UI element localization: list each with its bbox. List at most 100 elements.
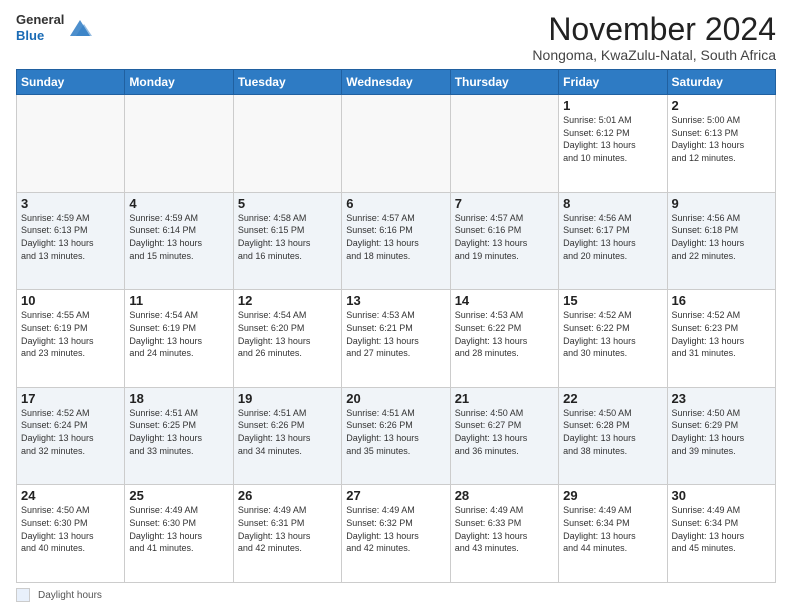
table-row	[342, 95, 450, 193]
day-info: Sunrise: 4:49 AM Sunset: 6:33 PM Dayligh…	[455, 504, 554, 554]
col-monday: Monday	[125, 70, 233, 95]
day-info: Sunrise: 4:50 AM Sunset: 6:28 PM Dayligh…	[563, 407, 662, 457]
title-block: November 2024 Nongoma, KwaZulu-Natal, So…	[532, 12, 776, 63]
table-row	[233, 95, 341, 193]
subtitle: Nongoma, KwaZulu-Natal, South Africa	[532, 47, 776, 63]
day-info: Sunrise: 4:59 AM Sunset: 6:14 PM Dayligh…	[129, 212, 228, 262]
table-row: 29Sunrise: 4:49 AM Sunset: 6:34 PM Dayli…	[559, 485, 667, 583]
table-row: 7Sunrise: 4:57 AM Sunset: 6:16 PM Daylig…	[450, 192, 558, 290]
calendar-week-2: 3Sunrise: 4:59 AM Sunset: 6:13 PM Daylig…	[17, 192, 776, 290]
day-number: 12	[238, 293, 337, 308]
table-row: 14Sunrise: 4:53 AM Sunset: 6:22 PM Dayli…	[450, 290, 558, 388]
table-row: 9Sunrise: 4:56 AM Sunset: 6:18 PM Daylig…	[667, 192, 775, 290]
logo-text: General Blue	[16, 12, 64, 43]
day-number: 3	[21, 196, 120, 211]
table-row: 30Sunrise: 4:49 AM Sunset: 6:34 PM Dayli…	[667, 485, 775, 583]
day-info: Sunrise: 5:01 AM Sunset: 6:12 PM Dayligh…	[563, 114, 662, 164]
logo-general: General	[16, 12, 64, 28]
table-row: 19Sunrise: 4:51 AM Sunset: 6:26 PM Dayli…	[233, 387, 341, 485]
day-info: Sunrise: 4:51 AM Sunset: 6:26 PM Dayligh…	[238, 407, 337, 457]
day-number: 19	[238, 391, 337, 406]
day-number: 5	[238, 196, 337, 211]
table-row: 5Sunrise: 4:58 AM Sunset: 6:15 PM Daylig…	[233, 192, 341, 290]
table-row: 26Sunrise: 4:49 AM Sunset: 6:31 PM Dayli…	[233, 485, 341, 583]
table-row: 20Sunrise: 4:51 AM Sunset: 6:26 PM Dayli…	[342, 387, 450, 485]
table-row: 22Sunrise: 4:50 AM Sunset: 6:28 PM Dayli…	[559, 387, 667, 485]
calendar-week-3: 10Sunrise: 4:55 AM Sunset: 6:19 PM Dayli…	[17, 290, 776, 388]
day-info: Sunrise: 4:52 AM Sunset: 6:22 PM Dayligh…	[563, 309, 662, 359]
day-info: Sunrise: 4:50 AM Sunset: 6:30 PM Dayligh…	[21, 504, 120, 554]
table-row: 27Sunrise: 4:49 AM Sunset: 6:32 PM Dayli…	[342, 485, 450, 583]
day-info: Sunrise: 4:51 AM Sunset: 6:26 PM Dayligh…	[346, 407, 445, 457]
table-row: 15Sunrise: 4:52 AM Sunset: 6:22 PM Dayli…	[559, 290, 667, 388]
day-number: 25	[129, 488, 228, 503]
day-number: 23	[672, 391, 771, 406]
logo: General Blue	[16, 12, 94, 43]
day-number: 21	[455, 391, 554, 406]
day-info: Sunrise: 4:56 AM Sunset: 6:18 PM Dayligh…	[672, 212, 771, 262]
day-info: Sunrise: 4:50 AM Sunset: 6:29 PM Dayligh…	[672, 407, 771, 457]
table-row: 23Sunrise: 4:50 AM Sunset: 6:29 PM Dayli…	[667, 387, 775, 485]
day-info: Sunrise: 4:49 AM Sunset: 6:32 PM Dayligh…	[346, 504, 445, 554]
table-row: 28Sunrise: 4:49 AM Sunset: 6:33 PM Dayli…	[450, 485, 558, 583]
day-info: Sunrise: 4:57 AM Sunset: 6:16 PM Dayligh…	[455, 212, 554, 262]
day-number: 29	[563, 488, 662, 503]
day-info: Sunrise: 4:53 AM Sunset: 6:22 PM Dayligh…	[455, 309, 554, 359]
page: General Blue November 2024 Nongoma, KwaZ…	[0, 0, 792, 612]
day-info: Sunrise: 4:50 AM Sunset: 6:27 PM Dayligh…	[455, 407, 554, 457]
day-number: 11	[129, 293, 228, 308]
day-number: 27	[346, 488, 445, 503]
day-number: 18	[129, 391, 228, 406]
day-info: Sunrise: 4:49 AM Sunset: 6:34 PM Dayligh…	[563, 504, 662, 554]
logo-icon	[66, 14, 94, 42]
table-row: 6Sunrise: 4:57 AM Sunset: 6:16 PM Daylig…	[342, 192, 450, 290]
day-info: Sunrise: 4:54 AM Sunset: 6:19 PM Dayligh…	[129, 309, 228, 359]
col-sunday: Sunday	[17, 70, 125, 95]
day-number: 24	[21, 488, 120, 503]
day-number: 2	[672, 98, 771, 113]
day-info: Sunrise: 4:57 AM Sunset: 6:16 PM Dayligh…	[346, 212, 445, 262]
table-row: 24Sunrise: 4:50 AM Sunset: 6:30 PM Dayli…	[17, 485, 125, 583]
col-wednesday: Wednesday	[342, 70, 450, 95]
table-row: 1Sunrise: 5:01 AM Sunset: 6:12 PM Daylig…	[559, 95, 667, 193]
table-row: 17Sunrise: 4:52 AM Sunset: 6:24 PM Dayli…	[17, 387, 125, 485]
day-number: 14	[455, 293, 554, 308]
day-number: 7	[455, 196, 554, 211]
day-number: 8	[563, 196, 662, 211]
day-number: 30	[672, 488, 771, 503]
day-info: Sunrise: 4:52 AM Sunset: 6:24 PM Dayligh…	[21, 407, 120, 457]
day-number: 6	[346, 196, 445, 211]
day-number: 10	[21, 293, 120, 308]
day-number: 28	[455, 488, 554, 503]
calendar-week-1: 1Sunrise: 5:01 AM Sunset: 6:12 PM Daylig…	[17, 95, 776, 193]
day-number: 17	[21, 391, 120, 406]
col-tuesday: Tuesday	[233, 70, 341, 95]
calendar-table: Sunday Monday Tuesday Wednesday Thursday…	[16, 69, 776, 583]
main-title: November 2024	[532, 12, 776, 47]
col-friday: Friday	[559, 70, 667, 95]
day-info: Sunrise: 4:49 AM Sunset: 6:31 PM Dayligh…	[238, 504, 337, 554]
day-info: Sunrise: 4:55 AM Sunset: 6:19 PM Dayligh…	[21, 309, 120, 359]
table-row	[17, 95, 125, 193]
day-info: Sunrise: 4:56 AM Sunset: 6:17 PM Dayligh…	[563, 212, 662, 262]
table-row: 2Sunrise: 5:00 AM Sunset: 6:13 PM Daylig…	[667, 95, 775, 193]
table-row: 13Sunrise: 4:53 AM Sunset: 6:21 PM Dayli…	[342, 290, 450, 388]
table-row: 18Sunrise: 4:51 AM Sunset: 6:25 PM Dayli…	[125, 387, 233, 485]
day-number: 1	[563, 98, 662, 113]
table-row	[125, 95, 233, 193]
day-info: Sunrise: 4:51 AM Sunset: 6:25 PM Dayligh…	[129, 407, 228, 457]
table-row: 21Sunrise: 4:50 AM Sunset: 6:27 PM Dayli…	[450, 387, 558, 485]
day-info: Sunrise: 4:49 AM Sunset: 6:34 PM Dayligh…	[672, 504, 771, 554]
legend: Daylight hours	[16, 588, 776, 602]
header: General Blue November 2024 Nongoma, KwaZ…	[16, 12, 776, 63]
logo-blue: Blue	[16, 28, 64, 44]
day-number: 20	[346, 391, 445, 406]
calendar-week-4: 17Sunrise: 4:52 AM Sunset: 6:24 PM Dayli…	[17, 387, 776, 485]
day-number: 16	[672, 293, 771, 308]
day-number: 4	[129, 196, 228, 211]
table-row: 4Sunrise: 4:59 AM Sunset: 6:14 PM Daylig…	[125, 192, 233, 290]
day-number: 13	[346, 293, 445, 308]
day-info: Sunrise: 4:54 AM Sunset: 6:20 PM Dayligh…	[238, 309, 337, 359]
col-saturday: Saturday	[667, 70, 775, 95]
day-number: 9	[672, 196, 771, 211]
